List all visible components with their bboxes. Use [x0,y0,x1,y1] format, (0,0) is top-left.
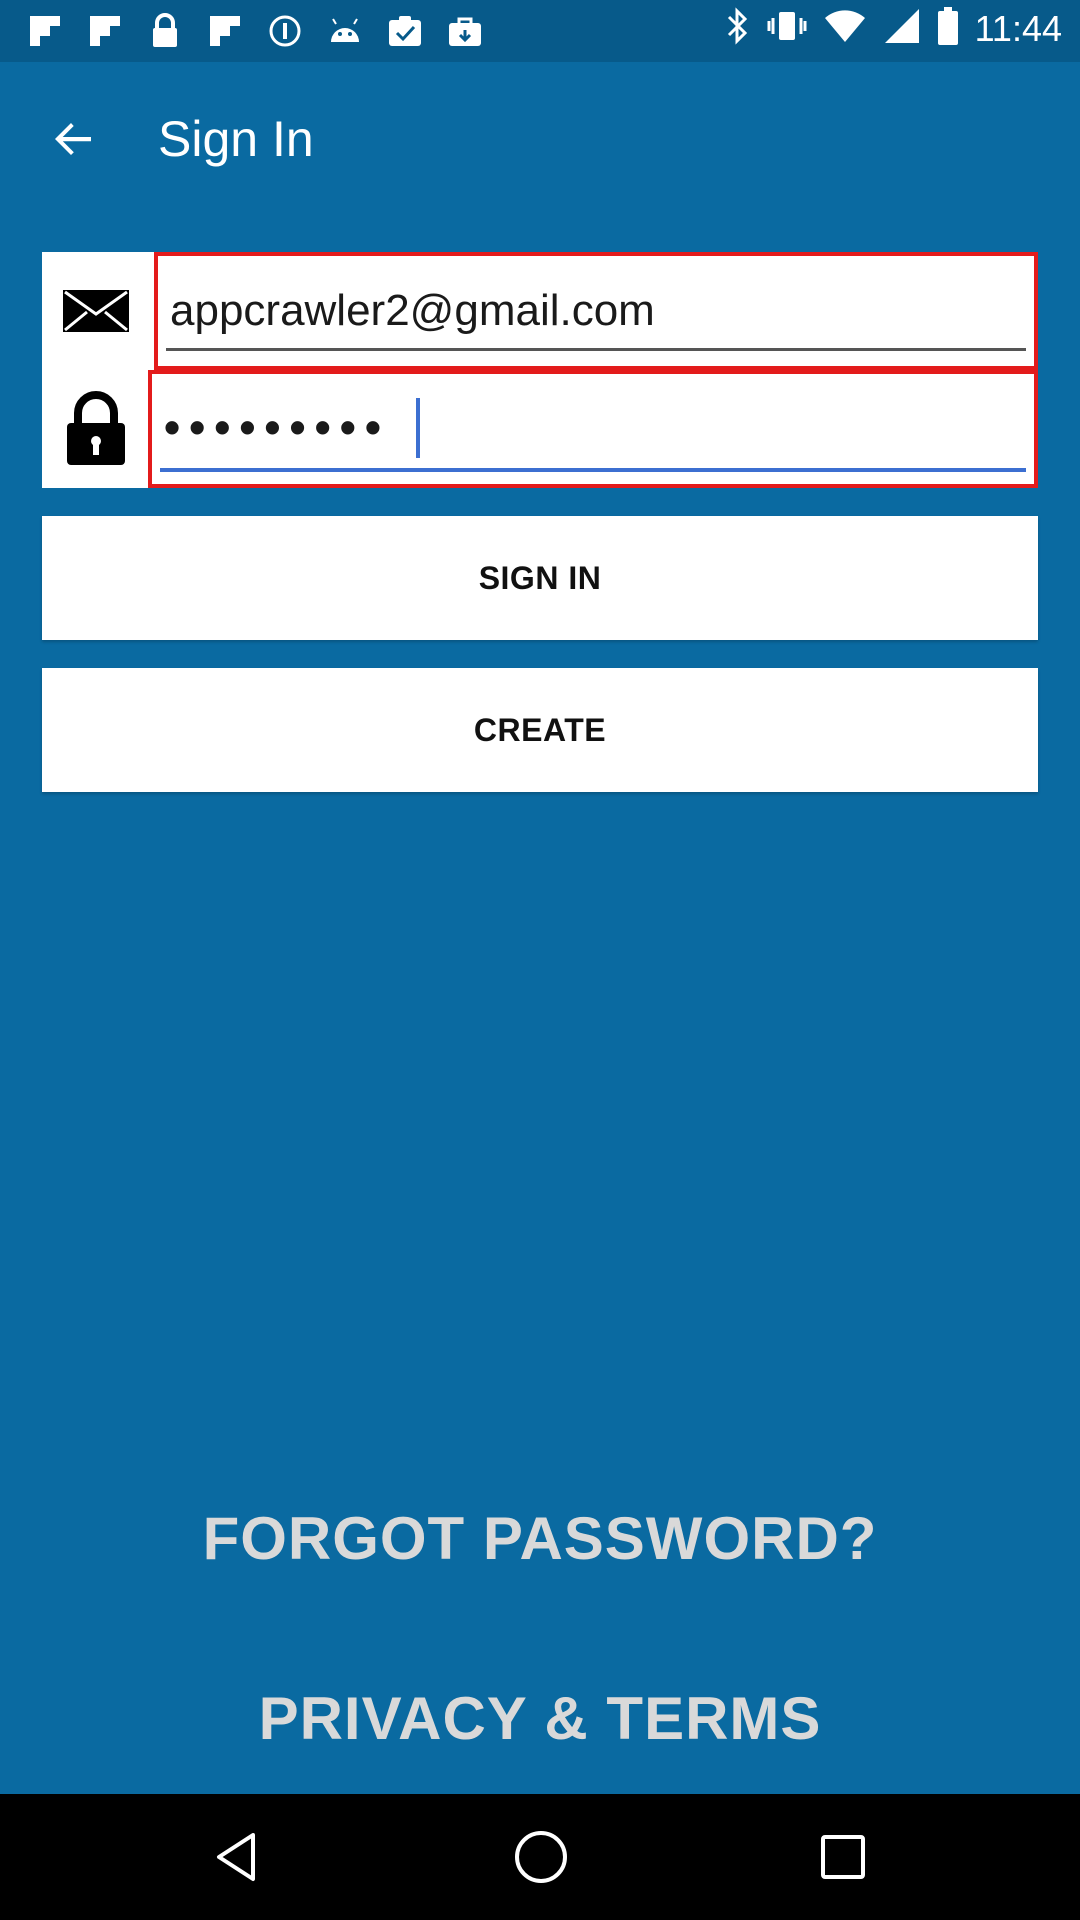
email-icon-cell [42,252,150,370]
clipboard-check-icon [386,12,424,50]
nav-back-button[interactable] [204,1824,270,1890]
email-field-value: appcrawler2@gmail.com [170,286,655,335]
page-title: Sign In [158,111,314,167]
app-bar: Sign In [0,62,1080,210]
navigation-bar [0,1794,1080,1920]
sign-in-button[interactable]: SIGN IN [42,516,1038,640]
lock-icon [146,12,184,50]
password-field[interactable]: ••••••••• [148,370,1038,488]
email-field-underline [166,348,1026,351]
flipboard-icon [26,12,64,50]
credentials-panel: appcrawler2@gmail.com ••••••••• [42,252,1038,488]
padlock-icon [67,391,125,465]
notification-icons [26,12,484,50]
forgot-password-link[interactable]: FORGOT PASSWORD? [0,1504,1080,1573]
status-time: 11:44 [974,7,1062,49]
email-field[interactable]: appcrawler2@gmail.com [154,252,1038,370]
arrow-back-icon [55,123,91,155]
bluetooth-icon [725,6,751,51]
bag-icon [446,12,484,50]
password-icon-cell [42,370,150,488]
battery-icon [937,6,959,51]
signal-icon [883,7,921,50]
privacy-terms-link[interactable]: PRIVACY & TERMS [0,1684,1080,1753]
text-cursor [416,398,420,458]
home-circle-icon [515,1831,567,1883]
status-bar: 11:44 [0,0,1080,62]
password-field-value: ••••••••• [164,401,390,453]
envelope-icon [63,290,129,332]
password-field-underline [160,468,1026,472]
nav-recents-button[interactable] [810,1824,876,1890]
recents-square-icon [821,1835,865,1879]
android-icon [326,12,364,50]
back-button[interactable] [40,106,106,172]
wifi-icon [823,8,867,49]
back-triangle-icon [217,1833,255,1881]
create-button[interactable]: CREATE [42,668,1038,792]
vibrate-icon [767,6,807,51]
nav-home-button[interactable] [508,1824,574,1890]
info-icon [266,12,304,50]
flipboard-icon [206,12,244,50]
system-status: 11:44 [725,6,1062,51]
flipboard-icon [86,12,124,50]
